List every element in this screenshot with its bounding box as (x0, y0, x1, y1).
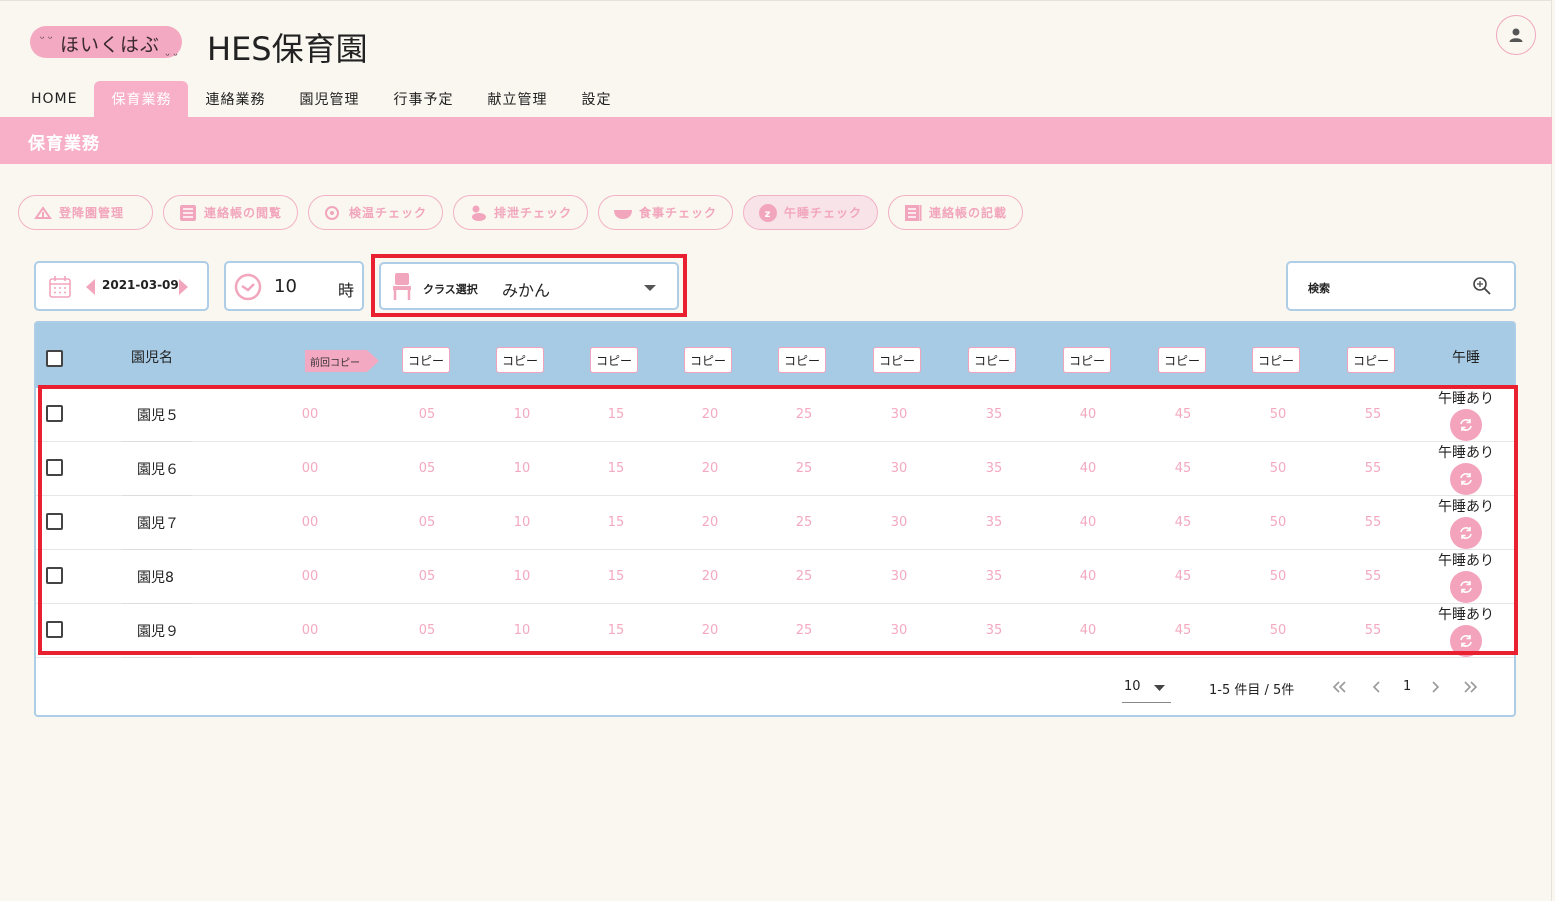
list-icon (178, 204, 198, 222)
copy-label: コピー (501, 353, 538, 368)
next-page-icon[interactable] (1432, 681, 1440, 693)
clock-icon (234, 273, 262, 301)
nav-children[interactable]: 園児管理 (282, 81, 376, 117)
nav-contact[interactable]: 連絡業務 (188, 81, 282, 117)
nav-label: 設定 (581, 92, 612, 108)
date-picker[interactable]: 2021-03-09 (34, 261, 209, 311)
chevron-down-icon[interactable] (1154, 685, 1165, 691)
rows-highlight (38, 385, 1518, 655)
pill-label: 登降園管理 (59, 206, 125, 220)
rows-per-page-underline (1122, 702, 1171, 703)
copy-label: コピー (407, 353, 444, 368)
notebook-icon (903, 204, 923, 222)
copy-label: コピー (783, 353, 820, 368)
nav-label: 連絡業務 (205, 92, 266, 108)
column-header-name: 園児名 (131, 350, 173, 366)
sleep-icon: z (758, 203, 778, 222)
nav-label: 行事予定 (393, 92, 454, 108)
table-header: 園児名 前回コピー コピー コピー コピー コピー コピー コピー コピー コピ… (36, 323, 1514, 388)
nav-settings[interactable]: 設定 (564, 81, 628, 117)
prev-day-button[interactable] (86, 279, 96, 295)
logo-text: ほいくはぶ (60, 34, 161, 56)
nap-check-button[interactable]: z 午睡チェック (743, 195, 878, 230)
date-value: 2021-03-09 (102, 278, 179, 292)
copy-label: コピー (973, 353, 1010, 368)
prev-copy-button[interactable]: 前回コピー (305, 350, 379, 372)
copy-button-45[interactable]: コピー (1158, 347, 1206, 373)
search-label: 検索 (1308, 282, 1330, 295)
copy-button-40[interactable]: コピー (1063, 347, 1111, 373)
copy-button-30[interactable]: コピー (873, 347, 921, 373)
copy-label: コピー (1163, 353, 1200, 368)
thermometer-icon (323, 204, 343, 222)
copy-label: コピー (1068, 353, 1105, 368)
page-range-text: 1-5 件目 / 5件 (1209, 683, 1295, 698)
nav-childcare[interactable]: 保育業務 (94, 81, 189, 117)
current-page: 1 (1403, 679, 1412, 694)
svg-text:z: z (765, 209, 772, 220)
copy-button-20[interactable]: コピー (684, 347, 732, 373)
name-divider (122, 657, 192, 658)
duck-icon (468, 204, 488, 222)
hour-unit: 時 (338, 281, 355, 300)
logo-face-icon: ᵕ ᵕ (40, 32, 53, 45)
meal-check-button[interactable]: 食事チェック (598, 195, 733, 230)
pill-label: 午睡チェック (784, 206, 863, 220)
column-header-nap: 午睡 (1452, 350, 1480, 366)
main-nav: HOME 保育業務 連絡業務 園児管理 行事予定 献立管理 設定 (14, 81, 628, 117)
copy-label: コピー (1257, 353, 1294, 368)
search-icon (1473, 277, 1491, 295)
first-page-icon[interactable] (1332, 681, 1346, 693)
copy-label: コピー (595, 353, 632, 368)
nav-label: 園児管理 (299, 92, 360, 108)
copy-button-05[interactable]: コピー (402, 347, 450, 373)
hour-selector[interactable]: 10 時 (224, 261, 364, 311)
copy-label: コピー (1352, 353, 1389, 368)
nav-home[interactable]: HOME (14, 81, 94, 117)
nav-label: HOME (31, 91, 78, 107)
pill-label: 検温チェック (349, 206, 428, 220)
copy-label: コピー (878, 353, 915, 368)
copy-button-35[interactable]: コピー (968, 347, 1016, 373)
prev-copy-label: 前回コピー (310, 358, 360, 369)
copy-button-10[interactable]: コピー (496, 347, 544, 373)
app-logo[interactable]: ᵕ ᵕ ほいくはぶ ᵕ ᵕ (30, 26, 182, 62)
user-icon (1509, 28, 1523, 42)
logo-face-icon: ᵕ ᵕ (165, 49, 178, 62)
temperature-check-button[interactable]: 検温チェック (308, 195, 443, 230)
copy-button-15[interactable]: コピー (590, 347, 638, 373)
section-bar: 保育業務 (0, 117, 1552, 164)
hour-value: 10 (274, 276, 297, 297)
copy-button-25[interactable]: コピー (778, 347, 826, 373)
nav-menu[interactable]: 献立管理 (470, 81, 564, 117)
copy-label: コピー (689, 353, 726, 368)
nav-events[interactable]: 行事予定 (376, 81, 470, 117)
section-title: 保育業務 (28, 134, 100, 154)
pill-label: 連絡帳の閲覧 (204, 206, 283, 220)
arrival-icon (33, 204, 53, 222)
pill-label: 連絡帳の記載 (929, 206, 1008, 220)
select-all-checkbox[interactable] (46, 350, 63, 367)
toilet-check-button[interactable]: 排泄チェック (453, 195, 588, 230)
arrival-management-button[interactable]: 登降園管理 (18, 195, 153, 230)
nav-label: 保育業務 (111, 92, 172, 108)
bowl-icon (613, 204, 633, 222)
next-day-button[interactable] (178, 279, 188, 295)
user-menu-button[interactable] (1496, 15, 1536, 55)
class-select-highlight (371, 254, 687, 317)
rows-per-page-value[interactable]: 10 (1124, 679, 1141, 694)
nav-label: 献立管理 (487, 92, 548, 108)
write-notebook-button[interactable]: 連絡帳の記載 (888, 195, 1023, 230)
prev-page-icon[interactable] (1372, 681, 1380, 693)
copy-button-55[interactable]: コピー (1347, 347, 1395, 373)
calendar-icon (49, 276, 71, 298)
pill-label: 排泄チェック (494, 206, 573, 220)
last-page-icon[interactable] (1464, 681, 1478, 693)
pill-label: 食事チェック (639, 206, 718, 220)
facility-title: HES保育園 (207, 30, 368, 68)
view-notebook-button[interactable]: 連絡帳の閲覧 (163, 195, 298, 230)
search-field[interactable]: 検索 (1286, 261, 1516, 311)
copy-button-50[interactable]: コピー (1252, 347, 1300, 373)
